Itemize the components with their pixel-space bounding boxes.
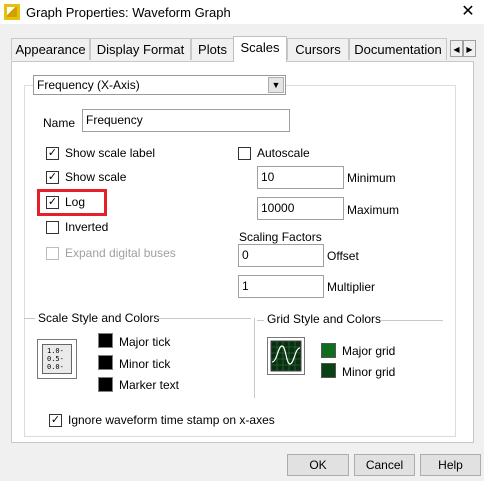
labview-app-icon <box>4 4 20 20</box>
marker-text-color-swatch[interactable] <box>98 377 113 392</box>
close-button[interactable]: ✕ <box>452 0 484 24</box>
grid-preview-icon <box>270 340 302 372</box>
major-grid-color-swatch[interactable] <box>321 343 336 358</box>
ignore-timestamp-label: Ignore waveform time stamp on x-axes <box>68 413 275 427</box>
show-scale-label-label: Show scale label <box>65 146 156 160</box>
tab-scroll-right-icon[interactable]: ▶ <box>463 40 476 57</box>
grid-style-separator-left <box>257 320 264 321</box>
cancel-button[interactable]: Cancel <box>354 454 415 476</box>
name-field[interactable]: Frequency <box>82 109 290 132</box>
axis-select[interactable]: Frequency (X-Axis) ▼ <box>33 75 286 95</box>
maximum-field[interactable]: 10000 <box>257 197 344 220</box>
inverted-checkbox[interactable] <box>46 221 59 234</box>
axis-select-value: Frequency (X-Axis) <box>37 78 140 92</box>
log-highlight-box <box>37 189 107 216</box>
multiplier-label: Multiplier <box>327 280 376 294</box>
minor-grid-color-swatch[interactable] <box>321 363 336 378</box>
autoscale-label: Autoscale <box>257 146 310 160</box>
major-tick-label: Major tick <box>119 335 171 349</box>
tab-scroll-left-icon[interactable]: ◀ <box>450 40 463 57</box>
scale-icon-tick-label: 1.0- <box>47 347 64 355</box>
minor-tick-color-swatch[interactable] <box>98 355 113 370</box>
show-scale-label: Show scale <box>65 170 127 184</box>
scale-style-separator-right <box>156 318 251 319</box>
window-title: Graph Properties: Waveform Graph <box>26 5 231 20</box>
minimum-label: Minimum <box>347 171 396 185</box>
multiplier-field[interactable]: 1 <box>238 275 324 298</box>
maximum-label: Maximum <box>347 203 400 217</box>
section-divider <box>254 318 255 398</box>
show-scale-checkbox[interactable]: ✓ <box>46 171 59 184</box>
grid-style-icon[interactable] <box>267 337 305 375</box>
tab-appearance[interactable]: Appearance <box>11 38 90 60</box>
scaling-factors-title: Scaling Factors <box>239 230 322 244</box>
inverted-label: Inverted <box>65 220 109 234</box>
tab-cursors[interactable]: Cursors <box>287 38 349 60</box>
scale-style-separator-left <box>24 318 35 319</box>
offset-label: Offset <box>327 249 359 263</box>
marker-text-label: Marker text <box>119 378 180 392</box>
scale-style-title: Scale Style and Colors <box>38 311 160 325</box>
major-grid-label: Major grid <box>342 344 396 358</box>
tab-scales[interactable]: Scales <box>233 36 287 62</box>
scale-style-icon[interactable]: 1.0- 0.5- 0.0- <box>37 339 77 379</box>
scale-icon-tick-label: 0.5- <box>47 355 64 363</box>
title-bar: Graph Properties: Waveform Graph ✕ <box>0 0 484 24</box>
grid-style-title: Grid Style and Colors <box>267 312 382 326</box>
scale-icon-tick-label: 0.0- <box>47 363 64 371</box>
expand-digital-buses-label: Expand digital buses <box>65 246 176 260</box>
name-label: Name <box>43 116 76 130</box>
offset-field[interactable]: 0 <box>238 244 324 267</box>
expand-digital-buses-checkbox <box>46 247 59 260</box>
help-button[interactable]: Help <box>420 454 481 476</box>
grid-style-separator-right <box>380 320 443 321</box>
minor-grid-label: Minor grid <box>342 365 396 379</box>
tab-plots[interactable]: Plots <box>191 38 234 60</box>
tab-documentation[interactable]: Documentation <box>349 38 447 60</box>
autoscale-checkbox[interactable] <box>238 147 251 160</box>
minimum-field[interactable]: 10 <box>257 166 344 189</box>
minor-tick-label: Minor tick <box>119 357 171 371</box>
ignore-timestamp-checkbox[interactable]: ✓ <box>49 414 62 427</box>
tab-display-format[interactable]: Display Format <box>90 38 191 60</box>
chevron-down-icon[interactable]: ▼ <box>268 77 284 93</box>
major-tick-color-swatch[interactable] <box>98 333 113 348</box>
show-scale-label-checkbox[interactable]: ✓ <box>46 147 59 160</box>
ok-button[interactable]: OK <box>287 454 349 476</box>
